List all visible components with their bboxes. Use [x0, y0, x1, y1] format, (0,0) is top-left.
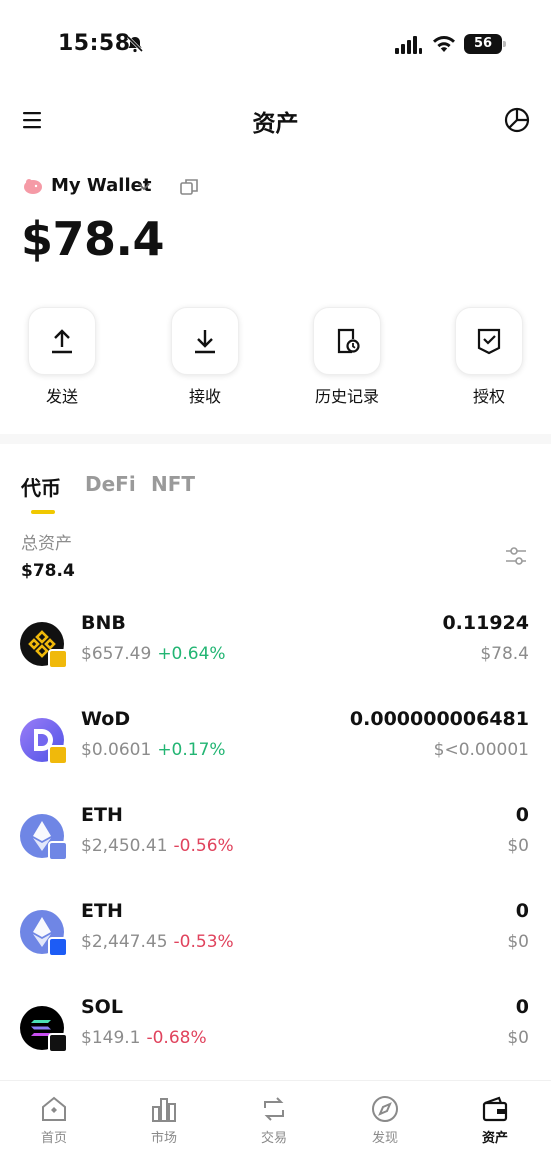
- download-icon: [195, 330, 215, 354]
- token-amount: 0.11924: [442, 612, 529, 634]
- home-icon: [42, 1096, 66, 1121]
- filter-settings-icon[interactable]: [504, 545, 528, 567]
- section-divider: [0, 434, 551, 444]
- total-assets-label: 总资产: [21, 534, 72, 554]
- send-button-box[interactable]: [28, 307, 96, 375]
- token-row-eth-2[interactable]: ETH $2,447.45 -0.53% 0 $0: [0, 900, 551, 996]
- token-amount: 0: [515, 900, 529, 922]
- token-price: $2,450.41 -0.56%: [81, 836, 234, 856]
- tab-tokens[interactable]: 代币: [21, 472, 61, 501]
- token-price-value: $2,447.45: [81, 932, 168, 952]
- token-symbol: WoD: [81, 708, 131, 730]
- send-label: 发送: [45, 387, 78, 406]
- token-value: $78.4: [480, 644, 529, 664]
- token-symbol: BNB: [81, 612, 126, 634]
- token-symbol: SOL: [81, 996, 123, 1018]
- nav-market[interactable]: 市场: [124, 1093, 204, 1146]
- cellular-signal-icon: [395, 36, 422, 54]
- token-price: $0.0601 +0.17%: [81, 740, 226, 760]
- token-value: $<0.00001: [433, 740, 529, 760]
- receive-button-box[interactable]: [171, 307, 239, 375]
- compass-icon: [372, 1096, 398, 1122]
- chain-badge-icon: [48, 841, 68, 861]
- token-amount: 0: [515, 996, 529, 1018]
- authorize-button[interactable]: 授权: [429, 307, 549, 417]
- wallet-avatar-icon[interactable]: [22, 176, 44, 196]
- chain-badge-icon: [48, 1033, 68, 1053]
- token-change: -0.56%: [173, 836, 234, 856]
- market-chart-icon: [152, 1098, 176, 1122]
- history-button-box[interactable]: [313, 307, 381, 375]
- nav-trade-label: 交易: [260, 1131, 287, 1146]
- token-amount: 0: [515, 804, 529, 826]
- wallet-icon: [482, 1096, 508, 1122]
- token-row-eth-1[interactable]: ETH $2,450.41 -0.56% 0 $0: [0, 804, 551, 900]
- token-change: +0.64%: [157, 644, 226, 664]
- token-price-value: $0.0601: [81, 740, 152, 760]
- token-row-bnb[interactable]: BNB $657.49 +0.64% 0.11924 $78.4: [0, 612, 551, 708]
- token-symbol: ETH: [81, 900, 123, 922]
- page-title: 资产: [252, 111, 299, 137]
- total-balance: $78.4: [21, 212, 165, 266]
- send-button[interactable]: 发送: [2, 307, 122, 417]
- copy-icon[interactable]: [179, 177, 199, 197]
- chain-badge-icon: [48, 649, 68, 669]
- nav-market-label: 市场: [150, 1131, 177, 1146]
- wifi-icon: [433, 36, 455, 52]
- chevron-down-icon[interactable]: [137, 179, 151, 193]
- chain-badge-icon: [48, 745, 68, 765]
- token-symbol: ETH: [81, 804, 123, 826]
- token-change: -0.68%: [146, 1028, 207, 1048]
- active-tab-indicator: [31, 510, 55, 514]
- nav-discover-label: 发现: [371, 1131, 398, 1146]
- bottom-navigation: 首页 市场 交易 发现 资产: [0, 1080, 551, 1153]
- bell-muted-icon: [126, 35, 144, 53]
- nav-assets-label: 资产: [481, 1131, 508, 1146]
- token-change: +0.17%: [157, 740, 226, 760]
- token-price-value: $2,450.41: [81, 836, 168, 856]
- nav-discover[interactable]: 发现: [345, 1093, 425, 1146]
- token-value: $0: [507, 932, 529, 952]
- authorize-icon: [477, 328, 501, 355]
- token-price-value: $149.1: [81, 1028, 141, 1048]
- token-row-sol[interactable]: SOL $149.1 -0.68% 0 $0: [0, 996, 551, 1092]
- tab-defi[interactable]: DeFi: [85, 472, 136, 496]
- receive-label: 接收: [188, 387, 221, 406]
- nav-assets[interactable]: 资产: [455, 1093, 535, 1146]
- nav-trade[interactable]: 交易: [234, 1093, 314, 1146]
- token-change: -0.53%: [173, 932, 234, 952]
- token-value: $0: [507, 836, 529, 856]
- token-row-wod[interactable]: WoD $0.0601 +0.17% 0.000000006481 $<0.000…: [0, 708, 551, 804]
- token-price: $149.1 -0.68%: [81, 1028, 207, 1048]
- swap-icon: [264, 1097, 284, 1121]
- history-icon: [337, 328, 360, 354]
- token-price: $657.49 +0.64%: [81, 644, 226, 664]
- nav-home[interactable]: 首页: [14, 1093, 94, 1146]
- token-value: $0: [507, 1028, 529, 1048]
- status-time: 15:58: [58, 31, 131, 56]
- tab-nft[interactable]: NFT: [151, 472, 195, 496]
- pie-chart-icon[interactable]: [503, 106, 531, 134]
- history-button[interactable]: 历史记录: [287, 307, 407, 417]
- token-amount: 0.000000006481: [349, 708, 529, 730]
- battery-indicator: 56: [464, 34, 506, 54]
- token-price-value: $657.49: [81, 644, 152, 664]
- receive-button[interactable]: 接收: [145, 307, 265, 417]
- authorize-label: 授权: [472, 387, 505, 406]
- history-label: 历史记录: [314, 387, 379, 406]
- upload-icon: [52, 329, 72, 354]
- total-assets-value: $78.4: [21, 561, 75, 581]
- nav-home-label: 首页: [40, 1131, 67, 1146]
- token-price: $2,447.45 -0.53%: [81, 932, 234, 952]
- authorize-button-box[interactable]: [455, 307, 523, 375]
- chain-badge-icon: [48, 937, 68, 957]
